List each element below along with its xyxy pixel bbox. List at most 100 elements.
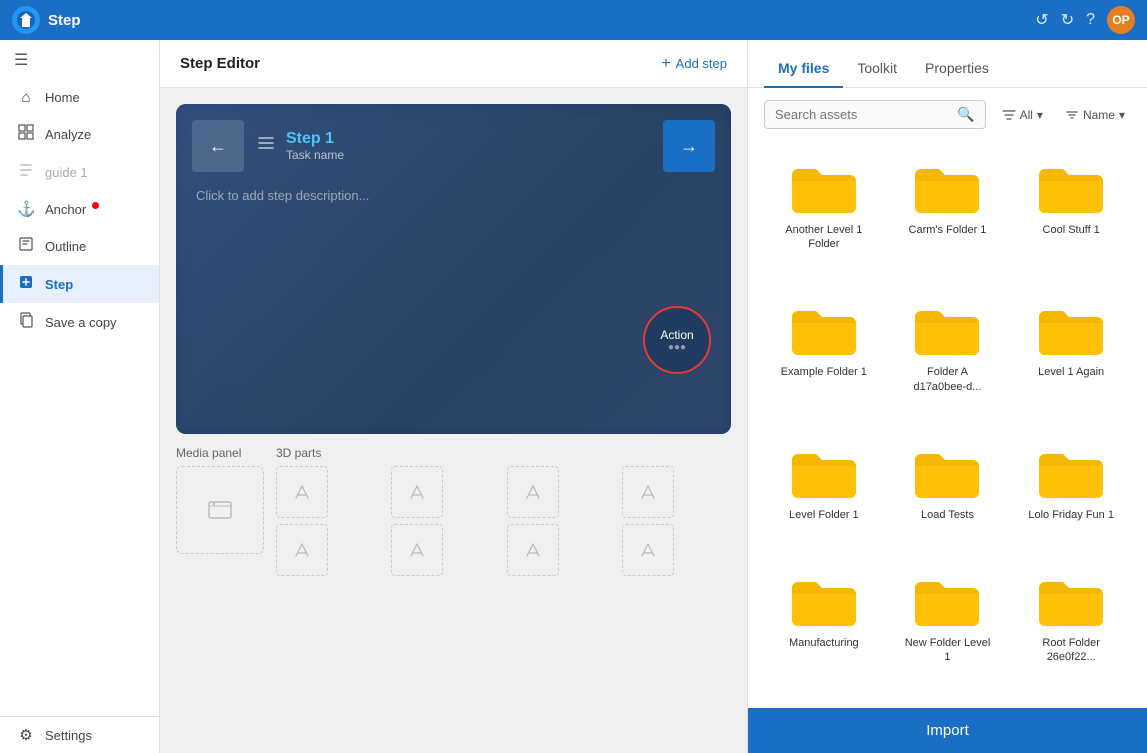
tab-properties[interactable]: Properties bbox=[911, 50, 1003, 88]
sidebar-item-outline[interactable]: Outline bbox=[0, 227, 159, 265]
folder-item[interactable]: Cool Stuff 1 bbox=[1011, 149, 1131, 287]
folder-icon bbox=[1035, 574, 1107, 630]
search-row: 🔍 All ▾ Name ▾ bbox=[748, 88, 1147, 141]
folder-name: Example Folder 1 bbox=[781, 365, 867, 379]
outline-icon bbox=[17, 236, 35, 256]
parts-panel-section: 3D parts bbox=[276, 446, 731, 576]
tab-toolkit[interactable]: Toolkit bbox=[843, 50, 911, 88]
folder-icon bbox=[1035, 446, 1107, 502]
part-cell-5[interactable] bbox=[276, 524, 328, 576]
step-title-block: Step 1 Task name bbox=[286, 130, 344, 162]
parts-panel-label: 3D parts bbox=[276, 446, 731, 460]
sidebar-item-home-label: Home bbox=[45, 90, 80, 105]
filter-button[interactable]: All ▾ bbox=[996, 104, 1049, 126]
center-content: Step Editor + Add step ← bbox=[160, 40, 747, 753]
sidebar-item-step[interactable]: Step bbox=[0, 265, 159, 303]
folder-name: New Folder Level 1 bbox=[902, 636, 992, 665]
folder-icon bbox=[911, 161, 983, 217]
step-prev-button[interactable]: ← bbox=[192, 120, 244, 172]
folder-item[interactable]: Another Level 1 Folder bbox=[764, 149, 884, 287]
sidebar-item-anchor-label: Anchor bbox=[45, 202, 86, 217]
topbar: Step ↺ ↻ ? OP bbox=[0, 0, 1147, 40]
step-editor-header: Step Editor + Add step bbox=[160, 40, 747, 88]
sort-icon bbox=[1065, 108, 1079, 122]
sort-chevron: ▾ bbox=[1119, 108, 1125, 122]
sidebar-item-savecopy[interactable]: Save a copy bbox=[0, 303, 159, 341]
hamburger-menu[interactable]: ☰ bbox=[0, 40, 159, 80]
part-cell-8[interactable] bbox=[622, 524, 674, 576]
sidebar-item-analyze-label: Analyze bbox=[45, 127, 91, 142]
search-box[interactable]: 🔍 bbox=[764, 100, 986, 129]
sidebar-item-settings[interactable]: ⚙ Settings bbox=[0, 717, 159, 753]
tab-my-files[interactable]: My files bbox=[764, 50, 843, 88]
folder-name: Another Level 1 Folder bbox=[779, 223, 869, 252]
folder-item[interactable]: Level 1 Again bbox=[1011, 291, 1131, 429]
folder-item[interactable]: Example Folder 1 bbox=[764, 291, 884, 429]
search-input[interactable] bbox=[775, 107, 951, 122]
step-next-button[interactable]: → bbox=[663, 120, 715, 172]
folder-icon bbox=[788, 574, 860, 630]
import-label: Import bbox=[926, 722, 969, 739]
folder-icon bbox=[911, 574, 983, 630]
filter-label: All bbox=[1020, 108, 1033, 122]
folder-name: Level Folder 1 bbox=[789, 508, 859, 522]
folder-item[interactable]: Lolo Friday Fun 1 bbox=[1011, 434, 1131, 558]
folder-name: Level 1 Again bbox=[1038, 365, 1104, 379]
sidebar-item-home[interactable]: ⌂ Home bbox=[0, 80, 159, 115]
step-editor-title: Step Editor bbox=[180, 55, 260, 72]
folder-name: Lolo Friday Fun 1 bbox=[1028, 508, 1114, 522]
help-icon[interactable]: ? bbox=[1086, 11, 1095, 29]
sort-label: Name bbox=[1083, 108, 1115, 122]
right-tabs: My files Toolkit Properties bbox=[748, 40, 1147, 88]
sidebar-item-analyze[interactable]: Analyze bbox=[0, 115, 159, 153]
anchor-dot bbox=[92, 202, 99, 209]
files-grid: Another Level 1 Folder Carm's Folder 1 C… bbox=[748, 141, 1147, 708]
user-avatar[interactable]: OP bbox=[1107, 6, 1135, 34]
action-label: Action bbox=[660, 328, 693, 342]
folder-item[interactable]: Level Folder 1 bbox=[764, 434, 884, 558]
folder-item[interactable]: Root Folder 26e0f22... bbox=[1011, 562, 1131, 700]
folder-item[interactable]: New Folder Level 1 bbox=[888, 562, 1008, 700]
folder-icon bbox=[788, 303, 860, 359]
sidebar-item-outline-label: Outline bbox=[45, 239, 86, 254]
redo-icon[interactable]: ↻ bbox=[1061, 10, 1074, 30]
step-card: ← Step 1 Task name → Click to add step d… bbox=[176, 104, 731, 434]
sidebar-item-anchor[interactable]: ⚓ Anchor bbox=[0, 191, 159, 227]
sidebar-item-savecopy-label: Save a copy bbox=[45, 315, 117, 330]
action-button[interactable]: Action ●●● bbox=[643, 306, 711, 374]
step-lines-icon bbox=[256, 133, 276, 153]
media-panel-label: Media panel bbox=[176, 446, 264, 460]
part-cell-6[interactable] bbox=[391, 524, 443, 576]
folder-name: Folder A d17a0bee-d... bbox=[902, 365, 992, 394]
sidebar-item-settings-label: Settings bbox=[45, 728, 92, 743]
undo-icon[interactable]: ↺ bbox=[1035, 10, 1048, 30]
folder-item[interactable]: Load Tests bbox=[888, 434, 1008, 558]
card-header: ← Step 1 Task name → bbox=[176, 104, 731, 172]
import-button[interactable]: Import bbox=[748, 708, 1147, 753]
part-cell-2[interactable] bbox=[391, 466, 443, 518]
add-step-label: Add step bbox=[676, 56, 727, 71]
sort-button[interactable]: Name ▾ bbox=[1059, 104, 1131, 126]
action-button-container: Action ●●● bbox=[643, 306, 711, 374]
folder-icon bbox=[788, 161, 860, 217]
filter-icon bbox=[1002, 108, 1016, 122]
folder-icon bbox=[788, 446, 860, 502]
step-description[interactable]: Click to add step description... bbox=[176, 172, 731, 219]
add-step-button[interactable]: + Add step bbox=[661, 55, 727, 73]
folder-item[interactable]: Manufacturing bbox=[764, 562, 884, 700]
sidebar-item-guide-label: guide 1 bbox=[45, 165, 88, 180]
folder-name: Root Folder 26e0f22... bbox=[1026, 636, 1116, 665]
part-cell-7[interactable] bbox=[507, 524, 559, 576]
part-cell-3[interactable] bbox=[507, 466, 559, 518]
media-cell[interactable] bbox=[176, 466, 264, 554]
part-cell-1[interactable] bbox=[276, 466, 328, 518]
media-panel-section: Media panel bbox=[176, 446, 264, 576]
folder-name: Manufacturing bbox=[789, 636, 859, 650]
folder-item[interactable]: Folder A d17a0bee-d... bbox=[888, 291, 1008, 429]
folder-icon bbox=[1035, 303, 1107, 359]
savecopy-icon bbox=[17, 312, 35, 332]
folder-item[interactable]: Carm's Folder 1 bbox=[888, 149, 1008, 287]
part-cell-4[interactable] bbox=[622, 466, 674, 518]
step-number: Step 1 bbox=[286, 130, 344, 148]
main-layout: ☰ ⌂ Home Analyze guide 1 ⚓ Anchor Ou bbox=[0, 40, 1147, 753]
